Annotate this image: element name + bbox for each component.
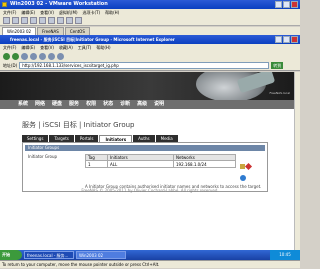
address-bar: 地址(D) http://192.168.1.133/services_iscs… xyxy=(0,61,300,71)
vm-menu-vm[interactable]: 虚拟机(M) xyxy=(59,9,78,16)
unity-icon[interactable] xyxy=(75,17,82,24)
maximize-icon[interactable] xyxy=(283,1,290,8)
snapshot-icon[interactable] xyxy=(39,17,46,24)
ie-menu-edit[interactable]: 编辑(E) xyxy=(21,44,35,51)
ie-minimize-icon[interactable] xyxy=(275,36,282,43)
close-icon[interactable] xyxy=(291,1,298,8)
delete-icon[interactable] xyxy=(244,162,253,171)
address-label: 地址(D) xyxy=(3,62,18,68)
main-content: 服务 | iSCSI 目标 | Initiator Group Settings… xyxy=(22,120,278,192)
vmware-menu-bar: 文件(F) 编辑(E) 查看(V) 虚拟机(M) 选项卡(T) 帮助(H) xyxy=(0,9,300,16)
iscsi-tabs: Settings Targets Portals Initiators Auth… xyxy=(22,135,278,142)
nav-diagnostics[interactable]: 诊断 xyxy=(120,100,130,109)
taskbar: 开始 freenas.local - 服务... Win2003 02 10:4… xyxy=(0,250,300,260)
search-icon[interactable] xyxy=(48,52,55,60)
refresh-icon[interactable] xyxy=(30,52,37,60)
ie-toolbar xyxy=(0,51,300,61)
vmware-title-bar: Win2003 02 - VMware Workstation xyxy=(0,0,300,9)
nav-advanced[interactable]: 高级 xyxy=(137,100,147,109)
tab-auths[interactable]: Auths xyxy=(133,135,155,142)
vmware-app-icon xyxy=(2,2,7,7)
breadcrumb: 服务 | iSCSI 目标 | Initiator Group xyxy=(22,121,135,129)
back-icon[interactable] xyxy=(3,52,10,60)
nav-network[interactable]: 网络 xyxy=(35,100,45,109)
tab-initiators[interactable]: Initiators xyxy=(99,135,133,142)
main-nav: 系统 网络 硬盘 服务 权限 状态 诊断 高级 说明 xyxy=(0,100,300,109)
task-vm[interactable]: Win2003 02 xyxy=(76,251,126,259)
web-page: FreeNAS.local 系统 网络 硬盘 服务 权限 状态 诊断 高级 说明… xyxy=(0,72,300,250)
vm-menu-view[interactable]: 查看(V) xyxy=(40,9,54,16)
vm-menu-file[interactable]: 文件(F) xyxy=(3,9,16,16)
tab-portals[interactable]: Portals xyxy=(74,135,99,142)
vmware-tab-bar: Win2003 02 FreeNAS CentOS xyxy=(0,27,300,35)
ie-title: freenas.local - 服务|iSCSI 目标|Initiator Gr… xyxy=(10,37,175,42)
table-row: 1 ALL 192.168.1.0/24 xyxy=(85,160,236,168)
ie-menu-tools[interactable]: 工具(T) xyxy=(78,44,92,51)
home-icon[interactable] xyxy=(39,52,46,60)
vmware-title: Win2003 02 - VMware Workstation xyxy=(10,1,108,7)
vmware-toolbar xyxy=(0,16,300,26)
nav-access[interactable]: 权限 xyxy=(86,100,96,109)
tab-settings[interactable]: Settings xyxy=(22,135,49,142)
ie-close-icon[interactable] xyxy=(291,36,298,43)
manage-snapshots-icon[interactable] xyxy=(57,17,64,24)
ie-title-bar: freenas.local - 服务|iSCSI 目标|Initiator Gr… xyxy=(0,35,300,44)
power-on-icon[interactable] xyxy=(21,17,28,24)
tab-targets[interactable]: Targets xyxy=(49,135,74,142)
vm-menu-edit[interactable]: 编辑(E) xyxy=(21,9,35,16)
ie-menu-help[interactable]: 帮助(H) xyxy=(96,44,110,51)
ie-window-controls xyxy=(275,36,298,43)
page-footer: FreeNAS © 2005-2011 by Olivier Cochard-L… xyxy=(81,188,219,193)
reset-icon[interactable] xyxy=(30,17,37,24)
initiator-group-label: Initiator Group xyxy=(28,154,58,159)
vertical-scrollbar[interactable] xyxy=(294,72,300,250)
vm-tab-centos[interactable]: CentOS xyxy=(64,27,90,35)
revert-icon[interactable] xyxy=(48,17,55,24)
task-ie[interactable]: freenas.local - 服务... xyxy=(24,251,74,259)
suspend-icon[interactable] xyxy=(12,17,19,24)
address-input[interactable]: http://192.168.1.133/services_iscsitarge… xyxy=(19,62,270,69)
stop-icon[interactable] xyxy=(21,52,28,60)
add-icon[interactable] xyxy=(240,175,246,181)
nav-system[interactable]: 系统 xyxy=(18,100,28,109)
panel-title: Initiator Groups xyxy=(25,145,265,151)
minimize-icon[interactable] xyxy=(275,1,282,8)
ie-menu-file[interactable]: 文件(F) xyxy=(3,44,16,51)
nav-services[interactable]: 服务 xyxy=(69,100,79,109)
vm-menu-tabs[interactable]: 选项卡(T) xyxy=(83,9,101,16)
tab-media[interactable]: Media xyxy=(155,135,178,142)
vm-tab-freenas[interactable]: FreeNAS xyxy=(37,27,64,35)
go-button[interactable]: 转到 xyxy=(271,62,284,69)
ie-maximize-icon[interactable] xyxy=(283,36,290,43)
row-actions xyxy=(240,162,253,171)
vmware-window-controls xyxy=(275,1,298,8)
initiator-table: Tag Initiators Networks 1 ALL 192.168.1.… xyxy=(85,154,236,168)
power-off-icon[interactable] xyxy=(3,17,10,24)
favorites-icon[interactable] xyxy=(57,52,64,60)
vm-menu-help[interactable]: 帮助(H) xyxy=(105,9,119,16)
nav-help[interactable]: 说明 xyxy=(154,100,164,109)
nav-disks[interactable]: 硬盘 xyxy=(52,100,62,109)
vm-tab-win2003[interactable]: Win2003 02 xyxy=(2,27,37,35)
ie-menu-view[interactable]: 查看(V) xyxy=(40,44,54,51)
ie-menu-favorites[interactable]: 收藏(A) xyxy=(59,44,73,51)
cell-initiators: ALL xyxy=(107,160,174,168)
freenas-banner: FreeNAS.local xyxy=(0,72,300,102)
system-clock: 10:45 xyxy=(270,250,300,260)
cell-tag: 1 xyxy=(85,160,108,168)
forward-icon[interactable] xyxy=(12,52,19,60)
fullscreen-icon[interactable] xyxy=(66,17,73,24)
initiator-groups-panel: Initiator Groups Initiator Group Tag Ini… xyxy=(22,142,268,192)
ie-menu-bar: 文件(F) 编辑(E) 查看(V) 收藏(A) 工具(T) 帮助(H) xyxy=(0,44,300,51)
nav-status[interactable]: 状态 xyxy=(103,100,113,109)
vmware-status-bar: To return to your computer, move the mou… xyxy=(0,260,300,268)
cell-networks: 192.168.1.0/24 xyxy=(173,160,236,168)
host-label: FreeNAS.local xyxy=(269,91,290,95)
start-button[interactable]: 开始 xyxy=(0,250,22,260)
